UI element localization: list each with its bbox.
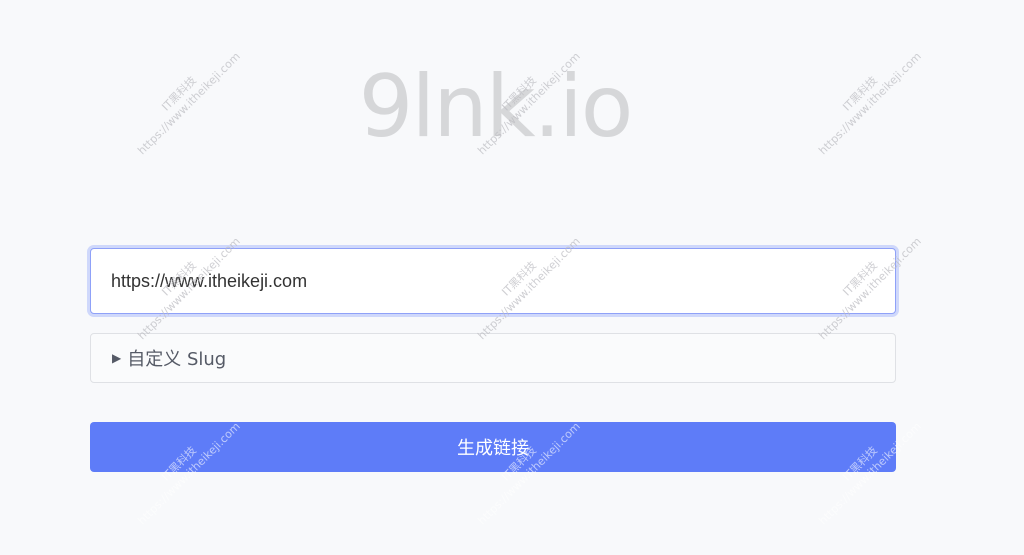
url-input[interactable] [90,248,896,314]
generate-link-button[interactable]: 生成链接 [90,422,896,472]
custom-slug-toggle[interactable]: ▶ 自定义 Slug [90,333,896,383]
caret-right-icon: ▶ [112,351,122,365]
site-logo: 9lnk.io [358,57,634,157]
custom-slug-label: 自定义 Slug [127,349,227,370]
